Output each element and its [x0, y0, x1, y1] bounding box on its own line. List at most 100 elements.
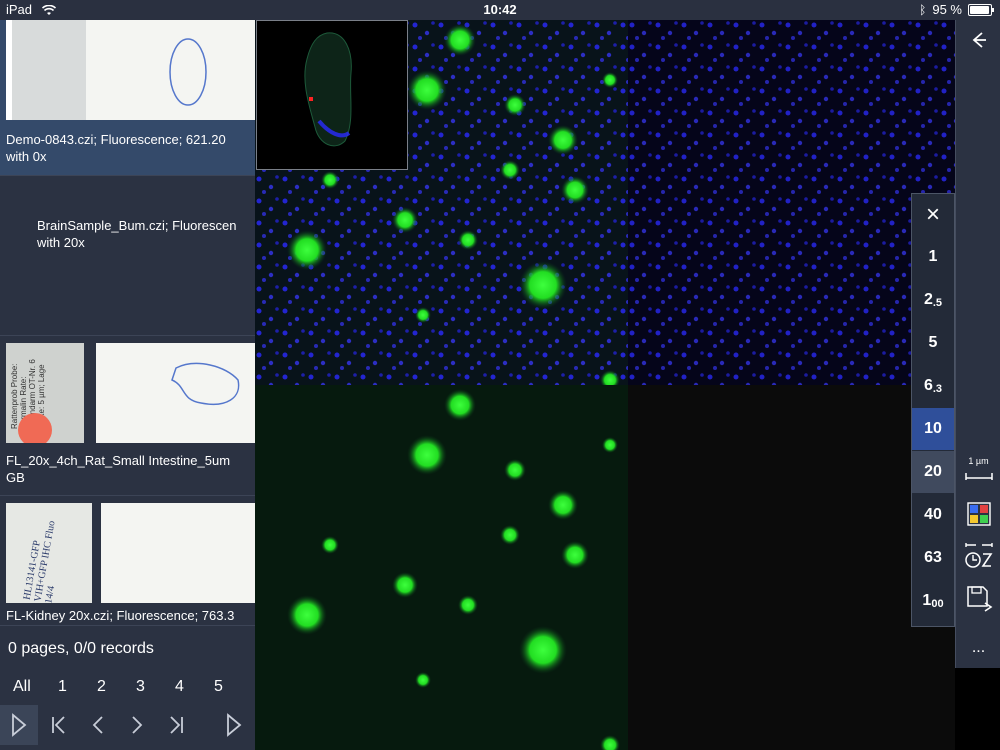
play-button[interactable] — [0, 705, 38, 745]
prev-icon — [92, 716, 103, 734]
zoom-level-fraction: .5 — [932, 297, 943, 309]
fluorescence-tile-bottom-left — [255, 385, 628, 750]
fluorescent-spot — [415, 307, 431, 323]
zoom-level-button[interactable]: 63 — [912, 537, 954, 579]
clock: 10:42 — [483, 2, 517, 17]
zoom-level-main: 5 — [928, 334, 938, 351]
zoom-level-button[interactable]: 20 — [912, 451, 954, 493]
open-button[interactable] — [215, 705, 253, 745]
slide-label: FL-Kidney 20x.czi; Fluorescence; 763.3 — [6, 608, 235, 623]
close-icon: × — [925, 201, 940, 228]
play-icon — [227, 713, 242, 737]
fluorescent-spot — [321, 536, 339, 554]
play-icon — [12, 713, 27, 737]
records-status: 0 pages, 0/0 records — [8, 640, 154, 657]
fluorescent-spot — [504, 459, 526, 481]
zoom-level-button[interactable]: 40 — [912, 494, 954, 536]
page-2[interactable]: 2 — [97, 678, 106, 696]
right-toolbar: 1 µm ... — [955, 20, 1000, 668]
fluorescent-spot — [287, 595, 327, 635]
time-z-icon — [964, 543, 993, 568]
zoom-level-fraction: .3 — [932, 383, 943, 395]
page-3[interactable]: 3 — [136, 678, 145, 696]
zoom-level-main: 1 — [922, 592, 932, 609]
zoom-level-button[interactable]: 6.3 — [912, 365, 954, 407]
slide-marker-dot — [18, 413, 52, 443]
fluorescence-tile-top-right — [628, 20, 955, 385]
viewport-marker — [309, 97, 313, 101]
fluorescent-spot — [392, 572, 418, 598]
fluorescent-spot — [500, 525, 520, 545]
fluorescent-spot — [458, 230, 478, 250]
channels-button[interactable] — [956, 494, 1000, 534]
first-page-button[interactable] — [40, 705, 78, 745]
page-all[interactable]: All — [13, 678, 31, 696]
fluorescent-spot — [321, 171, 339, 189]
fluorescent-spot — [548, 125, 578, 155]
zoom-level-button[interactable]: 5 — [912, 322, 954, 364]
fluorescent-spot — [548, 490, 578, 520]
overview-map[interactable] — [256, 20, 408, 170]
page-1[interactable]: 1 — [58, 678, 67, 696]
page-5[interactable]: 5 — [214, 678, 223, 696]
slide-list-item[interactable]: HL13141-GFP VIH+GFP IHC Fluo 14/4 FL-Kid… — [0, 495, 255, 626]
next-button[interactable] — [118, 705, 156, 745]
zoom-level-main: 1 — [928, 248, 938, 265]
zoom-level-main: 20 — [924, 463, 942, 480]
slide-label: Demo-0843.czi; Fluorescence; 621.20 with… — [6, 132, 226, 164]
fluorescent-spot — [519, 626, 567, 674]
fluorescent-spot — [458, 595, 478, 615]
battery-percent: 95 % — [932, 2, 962, 17]
channels-icon — [966, 502, 991, 526]
slide-list-panel: Demo-0843.czi; Fluorescence; 621.20 with… — [0, 20, 255, 750]
fluorescent-spot — [407, 435, 447, 475]
status-bar: iPad 10:42 ᛒ 95 % — [0, 0, 1000, 20]
slide-thumbnail: Rattenprob Probe: Formalin Rate: Dünndar… — [6, 343, 255, 443]
list-navigation — [0, 705, 255, 750]
close-zoom-button[interactable]: × — [912, 194, 954, 236]
battery-icon — [968, 4, 994, 16]
zoom-level-main: 63 — [924, 549, 942, 566]
fluorescent-spot — [561, 176, 589, 204]
fluorescent-spot — [519, 261, 567, 309]
fluorescent-spot — [444, 389, 476, 421]
zoom-level-button[interactable]: 10 — [912, 408, 954, 450]
save-button[interactable] — [956, 578, 1000, 618]
fluorescent-spot — [602, 437, 618, 453]
slide-list-item[interactable]: Demo-0843.czi; Fluorescence; 621.20 with… — [0, 20, 255, 176]
fluorescent-spot — [287, 230, 327, 270]
zoom-level-main: 2 — [923, 291, 933, 308]
fluorescent-spot — [500, 160, 520, 180]
previous-button[interactable] — [79, 705, 117, 745]
fluorescent-spot — [602, 72, 618, 88]
time-z-button[interactable] — [956, 536, 1000, 576]
fluorescent-spot — [504, 94, 526, 116]
last-page-button[interactable] — [157, 705, 195, 745]
slide-label: FL_20x_4ch_Rat_Small Intestine_5um GB — [6, 453, 231, 485]
zoom-level-button[interactable]: 2.5 — [912, 279, 954, 321]
zoom-level-main: 6 — [923, 377, 933, 394]
fluorescent-spot — [407, 70, 447, 110]
next-icon — [132, 716, 143, 734]
more-button[interactable]: ... — [956, 628, 1000, 668]
slide-list-item[interactable]: Rattenprob Probe: Formalin Rate: Dünndar… — [0, 335, 255, 496]
fluorescent-spot — [561, 541, 589, 569]
empty-tile — [628, 385, 955, 750]
bluetooth-icon: ᛒ — [919, 3, 927, 17]
collapse-button[interactable] — [956, 20, 1000, 60]
zoom-level-button[interactable]: 100 — [912, 580, 954, 622]
slide-list-item[interactable]: BrainSample_Bum.czi; Fluorescen with 20x — [0, 175, 255, 336]
fluorescent-spot — [415, 672, 431, 688]
more-icon: ... — [971, 639, 986, 656]
page-4[interactable]: 4 — [175, 678, 184, 696]
fluorescent-spot — [392, 207, 418, 233]
save-icon — [966, 586, 992, 612]
zoom-level-main: 10 — [924, 420, 942, 437]
zoom-level-button[interactable]: 1 — [912, 236, 954, 278]
zoom-selector: × 1 2.5 5 6.3 10 20 40 63 100 — [911, 193, 955, 627]
first-page-icon — [52, 716, 65, 734]
scale-bar-label: 1 µm — [968, 456, 989, 466]
slide-label: BrainSample_Bum.czi; Fluorescen with 20x — [37, 218, 237, 250]
page-selector: All 1 2 3 4 5 — [0, 678, 255, 706]
scale-bar-button[interactable]: 1 µm — [956, 450, 1000, 490]
